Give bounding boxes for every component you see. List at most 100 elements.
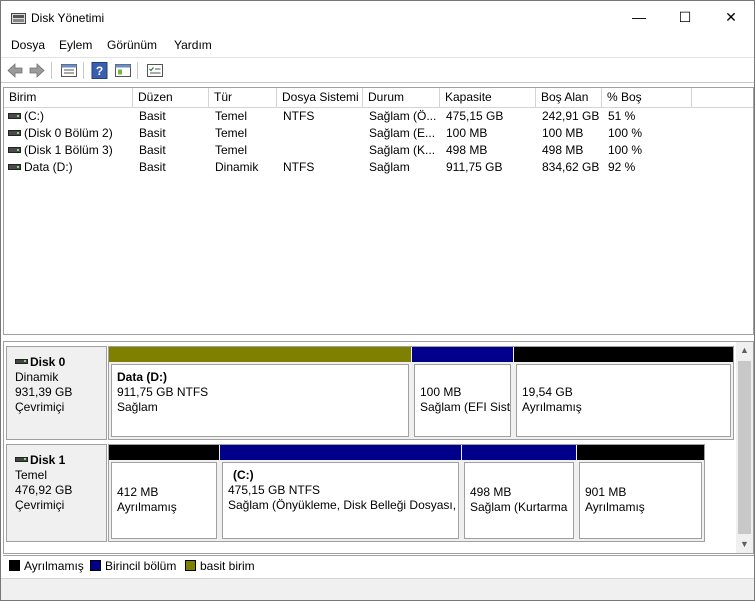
partition-title: (C:) bbox=[233, 468, 254, 482]
close-button[interactable]: ✕ bbox=[708, 1, 754, 33]
partition-size: 901 MB bbox=[585, 485, 627, 499]
partition-c[interactable]: (C:) 475,15 GB NTFS Sağlam (Önyükleme, D… bbox=[220, 445, 461, 541]
cell-durum: Sağlam (Ö... bbox=[369, 109, 437, 123]
partition-unallocated[interactable]: 19,54 GB Ayrılmamış bbox=[514, 347, 733, 439]
cell-dosya-sistemi: NTFS bbox=[283, 109, 315, 123]
disk-0-label[interactable]: Disk 0 Dinamik 931,39 GB Çevrimiçi bbox=[6, 346, 107, 440]
legend-item-unallocated: Ayrılmamış bbox=[9, 559, 84, 573]
column-header-yuzde-bos[interactable]: % Boş bbox=[602, 88, 692, 107]
cell-tur: Temel bbox=[215, 126, 248, 140]
cell-tur: Dinamik bbox=[215, 160, 259, 174]
partition-data-d[interactable]: Data (D:) 911,75 GB NTFS Sağlam bbox=[109, 347, 411, 439]
properties-icon[interactable] bbox=[60, 62, 78, 79]
scroll-down-icon[interactable]: ▼ bbox=[736, 536, 753, 553]
cell-duzen: Basit bbox=[139, 160, 166, 174]
disk-type: Dinamik bbox=[15, 370, 59, 384]
partition-info: 100 MB Sağlam (EFI Siste bbox=[414, 364, 511, 437]
legend-swatch bbox=[9, 560, 20, 571]
settings-list-icon[interactable] bbox=[146, 62, 164, 79]
scroll-thumb[interactable] bbox=[738, 361, 751, 534]
partition-size: 412 MB bbox=[117, 485, 159, 499]
cell-dosya-sistemi: NTFS bbox=[283, 160, 315, 174]
column-header-kapasite[interactable]: Kapasite bbox=[440, 88, 536, 107]
disk-icon bbox=[15, 359, 28, 364]
disk-size: 931,39 GB bbox=[15, 385, 73, 399]
disk-1-label[interactable]: Disk 1 Temel 476,92 GB Çevrimiçi bbox=[6, 444, 107, 542]
table-row[interactable]: Data (D:) Basit Dinamik NTFS Sağlam 911,… bbox=[4, 159, 753, 176]
cell-birim: Data (D:) bbox=[24, 160, 73, 174]
partition-unallocated[interactable]: 901 MB Ayrılmamış bbox=[577, 445, 704, 541]
scroll-up-icon[interactable]: ▲ bbox=[736, 342, 753, 359]
forward-arrow-icon[interactable] bbox=[28, 62, 46, 79]
cell-bos-alan: 242,91 GB bbox=[542, 109, 600, 123]
cell-durum: Sağlam bbox=[369, 160, 410, 174]
cell-duzen: Basit bbox=[139, 109, 166, 123]
table-row[interactable]: (Disk 1 Bölüm 3) Basit Temel Sağlam (K..… bbox=[4, 142, 753, 159]
cell-kapasite: 100 MB bbox=[446, 126, 488, 140]
disk-type: Temel bbox=[15, 468, 48, 482]
partition-color-bar bbox=[109, 445, 219, 460]
column-header-tur[interactable]: Tür bbox=[209, 88, 277, 107]
title-bar: Disk Yönetimi — ☐ ✕ bbox=[1, 1, 754, 35]
partition-title: Data (D:) bbox=[117, 370, 167, 384]
toolbar-separator bbox=[51, 62, 52, 79]
toolbar: ? bbox=[1, 57, 754, 83]
legend-label: Birincil bölüm bbox=[105, 559, 177, 573]
toolbar-separator bbox=[137, 62, 138, 79]
cell-kapasite: 498 MB bbox=[446, 143, 488, 157]
menu-dosya[interactable]: Dosya bbox=[11, 38, 45, 52]
toolbar-separator bbox=[83, 62, 84, 79]
menu-gorunum[interactable]: Görünüm bbox=[107, 38, 157, 52]
volume-icon bbox=[8, 147, 21, 153]
partition-color-bar bbox=[412, 347, 513, 362]
partition-info: (C:) 475,15 GB NTFS Sağlam (Önyükleme, D… bbox=[222, 462, 459, 539]
partition-color-bar bbox=[462, 445, 576, 460]
vertical-scrollbar[interactable]: ▲ ▼ bbox=[736, 342, 753, 553]
disk-name: Disk 0 bbox=[30, 355, 66, 369]
cell-tur: Temel bbox=[215, 143, 248, 157]
column-header-durum[interactable]: Durum bbox=[363, 88, 440, 107]
partition-info: 412 MB Ayrılmamış bbox=[111, 462, 217, 539]
partition-recovery[interactable]: 498 MB Sağlam (Kurtarma bbox=[462, 445, 576, 541]
partition-efi[interactable]: 100 MB Sağlam (EFI Siste bbox=[412, 347, 513, 439]
legend-swatch bbox=[90, 560, 101, 571]
window-title: Disk Yönetimi bbox=[31, 11, 105, 25]
disk-status: Çevrimiçi bbox=[15, 498, 65, 512]
table-row[interactable]: (C:) Basit Temel NTFS Sağlam (Ö... 475,1… bbox=[4, 108, 753, 125]
svg-text:?: ? bbox=[96, 64, 103, 78]
menu-eylem[interactable]: Eylem bbox=[59, 38, 92, 52]
cell-bos-alan: 498 MB bbox=[542, 143, 584, 157]
table-row[interactable]: (Disk 0 Bölüm 2) Basit Temel Sağlam (E..… bbox=[4, 125, 753, 142]
help-icon[interactable]: ? bbox=[91, 62, 109, 79]
disk-1-partitions: 412 MB Ayrılmamış (C:) 475,15 GB NTFS Sa… bbox=[108, 444, 705, 542]
partition-info: 19,54 GB Ayrılmamış bbox=[516, 364, 731, 437]
column-header-birim[interactable]: Birim bbox=[4, 88, 133, 107]
partition-status: Ayrılmamış bbox=[522, 400, 582, 414]
partition-color-bar bbox=[514, 347, 733, 362]
partition-status: Sağlam (Kurtarma bbox=[470, 500, 568, 514]
maximize-button[interactable]: ☐ bbox=[662, 1, 708, 33]
legend-bar: Ayrılmamış Birincil bölüm basit birim bbox=[3, 555, 754, 575]
cell-durum: Sağlam (E... bbox=[369, 126, 436, 140]
menu-yardim[interactable]: Yardım bbox=[174, 38, 212, 52]
cell-duzen: Basit bbox=[139, 143, 166, 157]
disk-graphical-view: Disk 0 Dinamik 931,39 GB Çevrimiçi Data … bbox=[3, 341, 754, 554]
back-arrow-icon[interactable] bbox=[6, 62, 24, 79]
partition-info: 901 MB Ayrılmamış bbox=[579, 462, 702, 539]
partition-color-bar bbox=[220, 445, 461, 460]
partition-size: 475,15 GB NTFS bbox=[228, 483, 321, 497]
cell-dosya-sistemi bbox=[283, 142, 363, 159]
column-header-dosya-sistemi[interactable]: Dosya Sistemi bbox=[277, 88, 363, 107]
partition-color-bar bbox=[577, 445, 704, 460]
partition-info: 498 MB Sağlam (Kurtarma bbox=[464, 462, 574, 539]
column-header-bos-alan[interactable]: Boş Alan bbox=[536, 88, 602, 107]
minimize-button[interactable]: — bbox=[616, 1, 662, 33]
cell-bos-alan: 100 MB bbox=[542, 126, 584, 140]
column-header-duzen[interactable]: Düzen bbox=[133, 88, 209, 107]
volume-list-header: Birim Düzen Tür Dosya Sistemi Durum Kapa… bbox=[4, 88, 753, 108]
show-hide-icon[interactable] bbox=[114, 62, 132, 79]
legend-label: Ayrılmamış bbox=[24, 559, 84, 573]
partition-size: 100 MB bbox=[420, 385, 462, 399]
partition-unallocated[interactable]: 412 MB Ayrılmamış bbox=[109, 445, 219, 541]
status-bar bbox=[1, 578, 754, 600]
